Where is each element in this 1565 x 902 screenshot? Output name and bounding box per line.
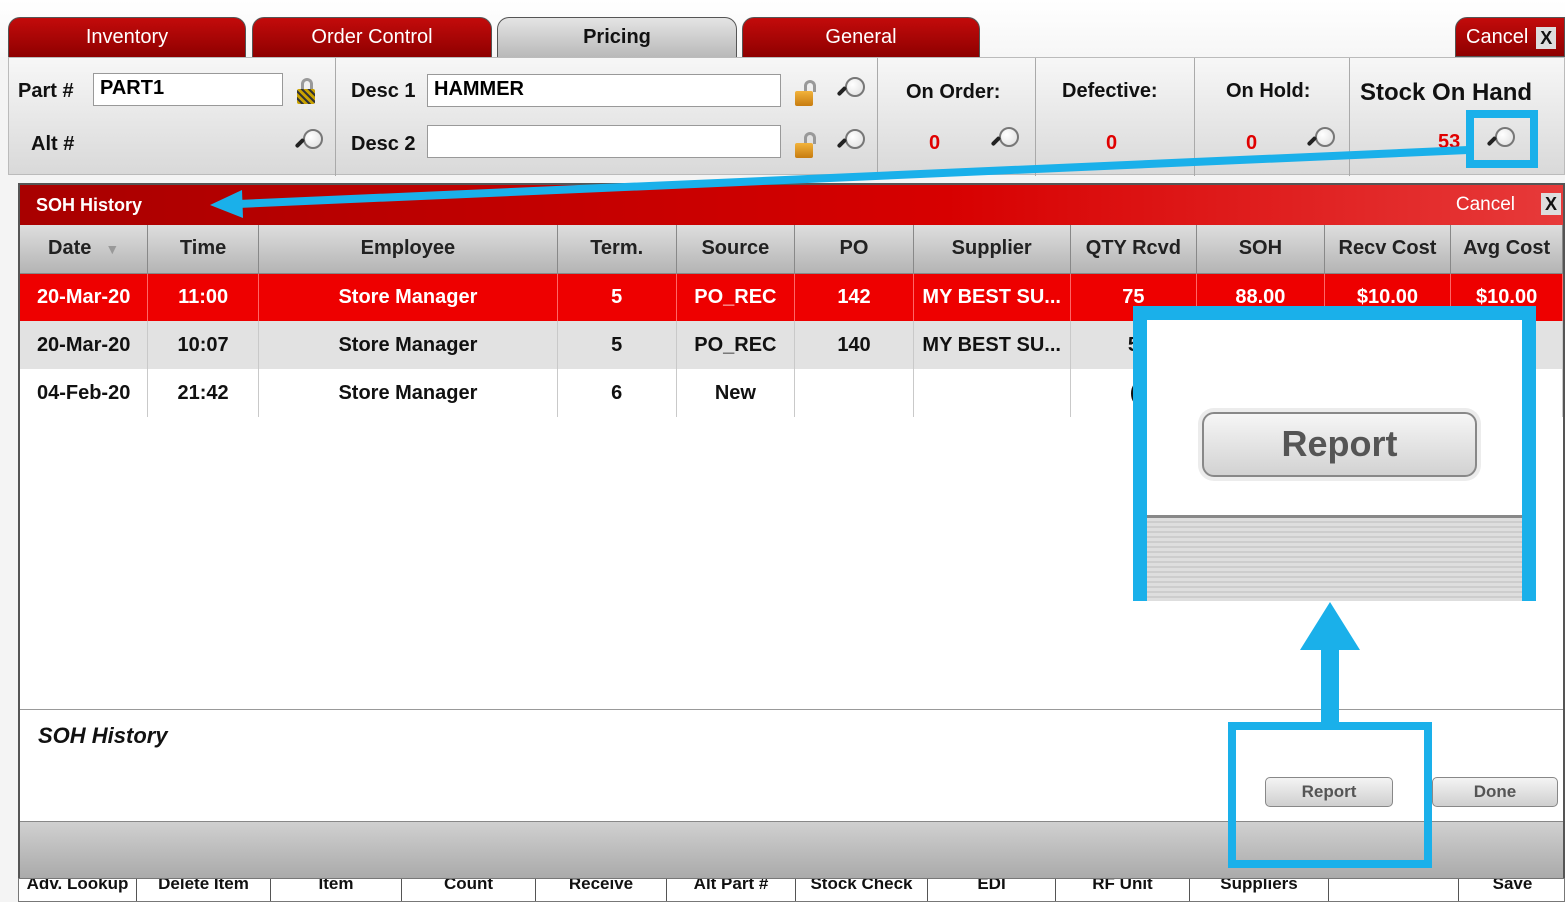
toolbar-delete-item-button[interactable]: Delete Item	[137, 879, 271, 901]
tab-order-control[interactable]: Order Control	[252, 17, 492, 57]
tab-pricing[interactable]: Pricing	[497, 17, 737, 57]
column-header-employee[interactable]: Employee	[258, 225, 558, 274]
bottom-toolbar: Adv. Lookup Delete Item Item Count Recei…	[18, 878, 1565, 902]
unlocked-lock-icon[interactable]	[795, 132, 819, 160]
locked-lock-icon[interactable]	[297, 78, 321, 106]
sort-down-icon: ▼	[105, 241, 120, 258]
toolbar-item-button[interactable]: Item	[271, 879, 402, 901]
desc1-label: Desc 1	[351, 80, 416, 102]
cell-supplier: MY BEST SU...	[913, 273, 1071, 321]
toolbar-suppliers-button[interactable]: Suppliers	[1190, 879, 1329, 901]
toolbar-adv-lookup-button[interactable]: Adv. Lookup	[19, 879, 137, 901]
highlight-soh-search	[1466, 110, 1538, 168]
dialog-title-bar: SOH History Cancel X	[20, 185, 1563, 225]
cell-po: 142	[794, 273, 914, 321]
divider	[877, 58, 878, 176]
toolbar-save-button[interactable]: Save	[1459, 879, 1564, 901]
column-header-time[interactable]: Time	[147, 225, 259, 274]
desc2-search-icon[interactable]	[837, 128, 865, 156]
toolbar-alt-part-button[interactable]: Alt Part #	[667, 879, 796, 901]
cell-supplier: MY BEST SU...	[913, 321, 1071, 369]
column-header-recv-cost[interactable]: Recv Cost	[1324, 225, 1452, 274]
stock-on-hand-value: 53	[1438, 131, 1461, 153]
cell-date: 04-Feb-20	[20, 369, 149, 417]
part-label: Part #	[18, 80, 74, 102]
dialog-cancel-button[interactable]: Cancel	[1456, 194, 1515, 216]
column-header-source[interactable]: Source	[676, 225, 796, 274]
column-header-date[interactable]: Date ▼	[20, 225, 149, 274]
zoomed-footer-band	[1147, 515, 1522, 601]
dialog-close-icon[interactable]: X	[1541, 193, 1561, 215]
divider	[1349, 58, 1350, 176]
tab-general[interactable]: General	[742, 17, 980, 57]
toolbar-count-button[interactable]: Count	[402, 879, 536, 901]
column-header-qty-rcvd[interactable]: QTY Rcvd	[1070, 225, 1198, 274]
cell-source: New	[676, 369, 796, 417]
cell-time: 10:07	[147, 321, 259, 369]
unlocked-lock-icon[interactable]	[795, 80, 819, 108]
cell-term: 5	[557, 273, 677, 321]
column-header-supplier[interactable]: Supplier	[913, 225, 1071, 274]
desc2-label: Desc 2	[351, 133, 416, 155]
cell-employee: Store Manager	[258, 321, 558, 369]
cell-time: 11:00	[147, 273, 259, 321]
column-header-term[interactable]: Term.	[557, 225, 677, 274]
on-hold-search-icon[interactable]	[1307, 126, 1335, 154]
cell-date: 20-Mar-20	[20, 321, 149, 369]
cell-source: PO_REC	[676, 273, 796, 321]
cell-date: 20-Mar-20	[20, 273, 149, 321]
column-header-po[interactable]: PO	[794, 225, 914, 274]
cell-employee: Store Manager	[258, 273, 558, 321]
table-header-row: Date ▼ Time Employee Term. Source PO Supp…	[20, 225, 1563, 274]
divider	[335, 58, 336, 176]
toolbar-stock-check-button[interactable]: Stock Check	[796, 879, 928, 901]
tab-bar: Inventory Order Control Pricing General …	[0, 0, 1565, 57]
on-hold-value: 0	[1246, 132, 1258, 154]
cell-source: PO_REC	[676, 321, 796, 369]
alt-search-icon[interactable]	[295, 128, 323, 156]
item-header: Part # PART1 Alt # Desc 1 HAMMER Desc 2 …	[8, 57, 1565, 176]
divider	[1035, 58, 1036, 176]
cell-po	[794, 369, 914, 417]
defective-label: Defective:	[1062, 80, 1158, 102]
toolbar-edi-button[interactable]: EDI	[928, 879, 1056, 901]
desc1-search-icon[interactable]	[837, 76, 865, 104]
on-order-search-icon[interactable]	[991, 126, 1019, 154]
on-order-value: 0	[929, 132, 941, 154]
highlight-report-button	[1228, 722, 1432, 868]
desc2-input[interactable]	[427, 125, 781, 158]
cell-po: 140	[794, 321, 914, 369]
toolbar-blank-button[interactable]	[1329, 879, 1459, 901]
divider	[1194, 58, 1195, 176]
close-icon[interactable]: X	[1536, 26, 1557, 49]
tab-inventory[interactable]: Inventory	[8, 17, 246, 57]
alt-label: Alt #	[31, 133, 75, 155]
cell-supplier	[913, 369, 1071, 417]
column-header-label: Date	[48, 237, 92, 260]
top-cancel-label: Cancel	[1466, 26, 1529, 48]
top-cancel-button[interactable]: Cancel X	[1455, 17, 1565, 57]
desc1-input[interactable]: HAMMER	[427, 74, 781, 107]
footer-title: SOH History	[38, 723, 168, 748]
column-header-avg-cost[interactable]: Avg Cost	[1450, 225, 1563, 274]
zoomed-report-button: Report	[1202, 412, 1477, 477]
inventory-screen: Inventory Order Control Pricing General …	[0, 0, 1565, 902]
dialog-title: SOH History	[36, 195, 143, 215]
cell-employee: Store Manager	[258, 369, 558, 417]
toolbar-receive-button[interactable]: Receive	[536, 879, 667, 901]
stock-on-hand-label: Stock On Hand	[1360, 79, 1533, 106]
on-hold-label: On Hold:	[1226, 80, 1311, 102]
on-order-label: On Order:	[906, 81, 1001, 103]
part-number-input[interactable]: PART1	[93, 73, 283, 106]
defective-value: 0	[1106, 132, 1118, 154]
report-button-zoom-callout: Report	[1133, 306, 1536, 601]
toolbar-rf-unit-button[interactable]: RF Unit	[1056, 879, 1190, 901]
column-header-soh[interactable]: SOH	[1196, 225, 1325, 274]
cell-term: 5	[557, 321, 677, 369]
cell-time: 21:42	[147, 369, 259, 417]
cell-term: 6	[557, 369, 677, 417]
done-button[interactable]: Done	[1432, 777, 1558, 807]
